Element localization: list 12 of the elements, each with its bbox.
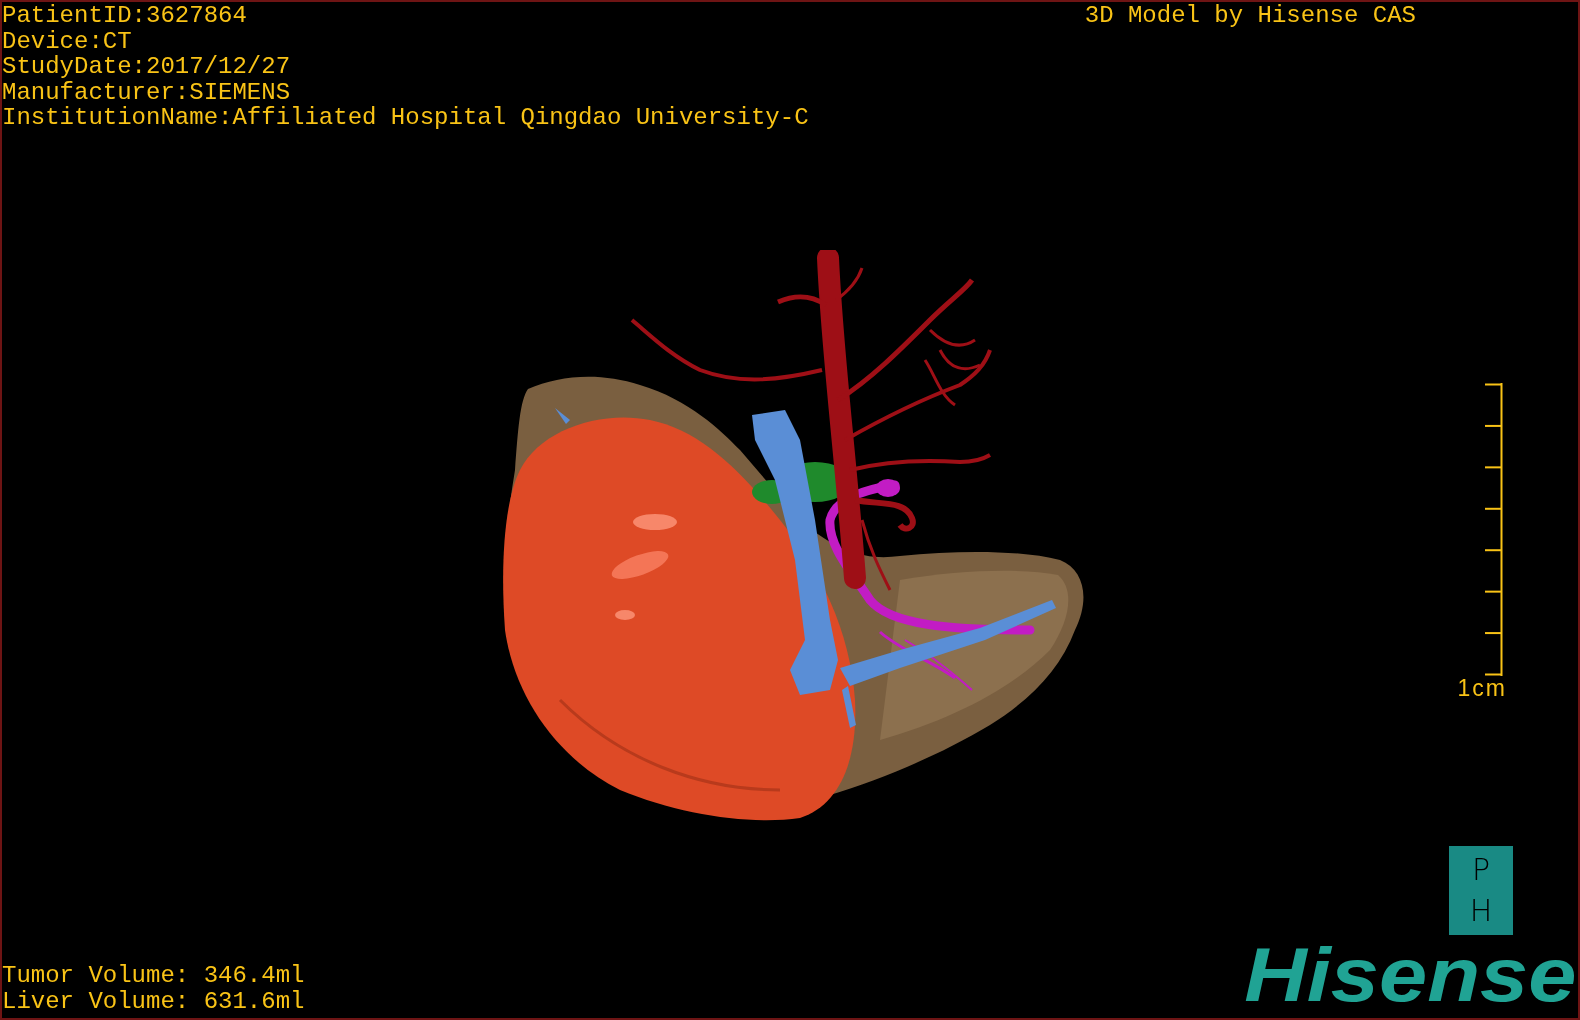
patient-info-line: StudyDate:2017/12/27	[2, 54, 292, 80]
patient-info-line: Manufacturer:SIEMENS	[2, 79, 292, 105]
model-caption: 3D Model by Hisense CAS	[1084, 3, 1416, 29]
orientation-letter: P	[1471, 855, 1491, 886]
orientation-letter: H	[1469, 895, 1493, 926]
patient-info-line: InstitutionName:Affiliated Hospital Qingdao University-C	[2, 105, 809, 131]
scale-label: 1cm	[1457, 676, 1507, 700]
patient-info-line: PatientID:3627864	[2, 3, 248, 29]
volume-reading: Tumor Volume: 346.4ml	[2, 963, 305, 989]
volume-reading: Liver Volume: 631.6ml	[2, 989, 305, 1015]
brand-logo: Hisense	[1243, 937, 1576, 1013]
patient-info-line: Device:CT	[2, 28, 133, 54]
